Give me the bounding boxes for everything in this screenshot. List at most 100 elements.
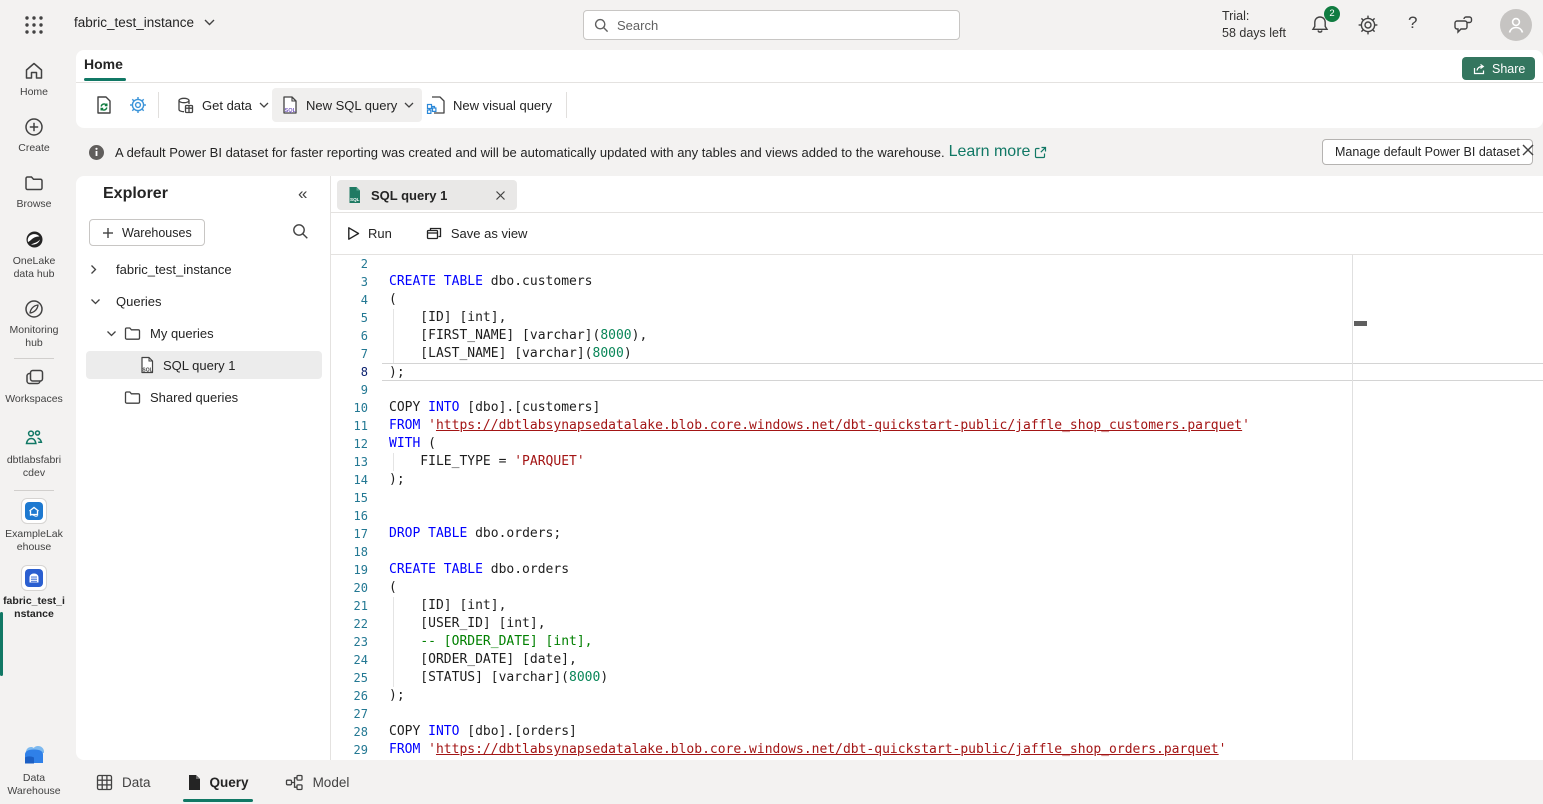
avatar[interactable] xyxy=(1500,9,1532,41)
code-line[interactable]: 18 xyxy=(330,543,1543,561)
line-number: 19 xyxy=(330,561,382,579)
get-data-button[interactable]: Get data xyxy=(168,88,277,122)
line-number: 8 xyxy=(330,363,382,381)
rail-selected-indicator xyxy=(0,612,3,676)
code-line[interactable]: 19CREATE TABLE dbo.orders xyxy=(330,561,1543,579)
monitoring-hub-icon xyxy=(0,298,68,320)
code-editor[interactable]: 23CREATE TABLE dbo.customers4(5 [ID] [in… xyxy=(330,255,1543,760)
sidebar-item-fabric-test-instance[interactable]: fabric_test_instance xyxy=(0,565,68,621)
line-number: 12 xyxy=(330,435,382,453)
sidebar-item-home[interactable]: Home xyxy=(0,60,68,99)
feedback-icon[interactable] xyxy=(1452,13,1476,37)
tab-query[interactable]: Query xyxy=(187,774,249,791)
home-icon xyxy=(0,60,68,82)
code-line[interactable]: 9 xyxy=(330,381,1543,399)
line-number: 24 xyxy=(330,651,382,669)
editor-scrollbar-mark[interactable] xyxy=(1354,321,1367,326)
code-line[interactable]: 7 [LAST_NAME] [varchar](8000) xyxy=(330,345,1543,363)
tree-item-my-queries[interactable]: My queries xyxy=(76,319,330,347)
external-link-icon xyxy=(1034,146,1047,159)
manage-default-dataset-button[interactable]: Manage default Power BI dataset xyxy=(1322,139,1533,165)
settings-button[interactable] xyxy=(120,88,156,122)
ribbon: Home Share Get data SQL New SQL query Ne… xyxy=(76,50,1543,128)
chevron-down-icon xyxy=(204,19,215,26)
workspace-switcher[interactable]: fabric_test_instance xyxy=(74,15,215,30)
save-as-view-button[interactable]: Save as view xyxy=(426,226,528,241)
grid-icon xyxy=(96,774,113,791)
code-line[interactable]: 22 [USER_ID] [int], xyxy=(330,615,1543,633)
add-warehouses-button[interactable]: Warehouses xyxy=(89,219,205,246)
tree-item-shared-queries[interactable]: Shared queries xyxy=(76,383,330,411)
people-icon xyxy=(0,426,68,450)
tab-model[interactable]: Model xyxy=(285,774,350,791)
collapse-explorer-button[interactable]: « xyxy=(298,184,307,204)
new-sql-query-button[interactable]: SQL New SQL query xyxy=(272,88,422,122)
code-line[interactable]: 25 [STATUS] [varchar](8000) xyxy=(330,669,1543,687)
sidebar-item-onelake-data-hub[interactable]: OneLakedata hub xyxy=(0,228,68,281)
code-line[interactable]: 17DROP TABLE dbo.orders; xyxy=(330,525,1543,543)
rail-divider xyxy=(14,358,54,359)
sidebar-item-examplelakehouse[interactable]: ExampleLakehouse xyxy=(0,498,68,554)
workspace-name: fabric_test_instance xyxy=(74,15,194,30)
code-line[interactable]: 2 xyxy=(330,255,1543,273)
code-line[interactable]: 11FROM 'https://dbtlabsynapsedatalake.bl… xyxy=(330,417,1543,435)
code-line[interactable]: 4( xyxy=(330,291,1543,309)
app-launcher-icon[interactable] xyxy=(23,14,45,36)
share-button[interactable]: Share xyxy=(1462,57,1535,80)
code-line[interactable]: 16 xyxy=(330,507,1543,525)
tree-item-queries[interactable]: Queries xyxy=(76,287,330,315)
code-line[interactable]: 26); xyxy=(330,687,1543,705)
help-icon[interactable]: ? xyxy=(1408,13,1417,33)
code-line[interactable]: 29FROM 'https://dbtlabsynapsedatalake.bl… xyxy=(330,741,1543,759)
ribbon-separator xyxy=(566,92,567,118)
line-number: 6 xyxy=(330,327,382,345)
sidebar-item-workspaces[interactable]: Workspaces xyxy=(0,366,68,406)
top-bar: fabric_test_instance Search Trial: 58 da… xyxy=(0,0,1543,50)
sidebar-item-create[interactable]: Create xyxy=(0,116,68,155)
code-line[interactable]: 14); xyxy=(330,471,1543,489)
code-line[interactable]: 20( xyxy=(330,579,1543,597)
info-banner: A default Power BI dataset for faster re… xyxy=(76,128,1543,176)
person-icon xyxy=(1506,15,1526,35)
search-icon[interactable] xyxy=(292,223,309,240)
sidebar-item-dbtlabsfabricdev[interactable]: dbtlabsfabricdev xyxy=(0,426,68,480)
tree-item-warehouse[interactable]: fabric_test_instance xyxy=(76,255,330,283)
tab-data[interactable]: Data xyxy=(96,774,151,791)
sidebar-item-data-warehouse[interactable]: DataWarehouse xyxy=(0,742,68,798)
settings-gear-icon[interactable] xyxy=(1356,13,1380,37)
code-line[interactable]: 8); xyxy=(330,363,1543,381)
code-line[interactable]: 12WITH ( xyxy=(330,435,1543,453)
new-visual-query-button[interactable]: New visual query xyxy=(418,88,560,122)
refresh-button[interactable] xyxy=(86,88,122,122)
tree-item-sql-query-1[interactable]: SQL SQL query 1 xyxy=(86,351,322,379)
code-line[interactable]: 10COPY INTO [dbo].[customers] xyxy=(330,399,1543,417)
search-input[interactable]: Search xyxy=(583,10,960,40)
tab-home[interactable]: Home xyxy=(84,56,123,72)
run-button[interactable]: Run xyxy=(347,226,392,241)
tab-sql-query-1[interactable]: SQL SQL query 1 xyxy=(337,180,517,210)
code-line[interactable]: 3CREATE TABLE dbo.customers xyxy=(330,273,1543,291)
code-line[interactable]: 13 FILE_TYPE = 'PARQUET' xyxy=(330,453,1543,471)
nav-rail: Home Create Browse OneLakedata hub Monit… xyxy=(0,50,68,804)
sidebar-item-browse[interactable]: Browse xyxy=(0,172,68,211)
code-line[interactable]: 24 [ORDER_DATE] [date], xyxy=(330,651,1543,669)
gear-icon xyxy=(128,95,148,115)
code-line[interactable]: 21 [ID] [int], xyxy=(330,597,1543,615)
info-icon xyxy=(88,144,105,161)
line-number: 3 xyxy=(330,273,382,291)
close-icon[interactable] xyxy=(1520,142,1536,158)
code-line[interactable]: 23 -- [ORDER_DATE] [int], xyxy=(330,633,1543,651)
line-number: 7 xyxy=(330,345,382,363)
code-line[interactable]: 15 xyxy=(330,489,1543,507)
sidebar-item-monitoring-hub[interactable]: Monitoringhub xyxy=(0,298,68,350)
search-icon xyxy=(594,18,609,33)
line-number: 29 xyxy=(330,741,382,759)
close-tab-icon[interactable] xyxy=(494,189,507,202)
line-number: 15 xyxy=(330,489,382,507)
code-line[interactable]: 6 [FIRST_NAME] [varchar](8000), xyxy=(330,327,1543,345)
code-line[interactable]: 28COPY INTO [dbo].[orders] xyxy=(330,723,1543,741)
code-line[interactable]: 27 xyxy=(330,705,1543,723)
learn-more-link[interactable]: Learn more xyxy=(949,143,1031,161)
ribbon-separator xyxy=(158,92,159,118)
editor-scrollbar-track[interactable] xyxy=(1352,255,1353,760)
